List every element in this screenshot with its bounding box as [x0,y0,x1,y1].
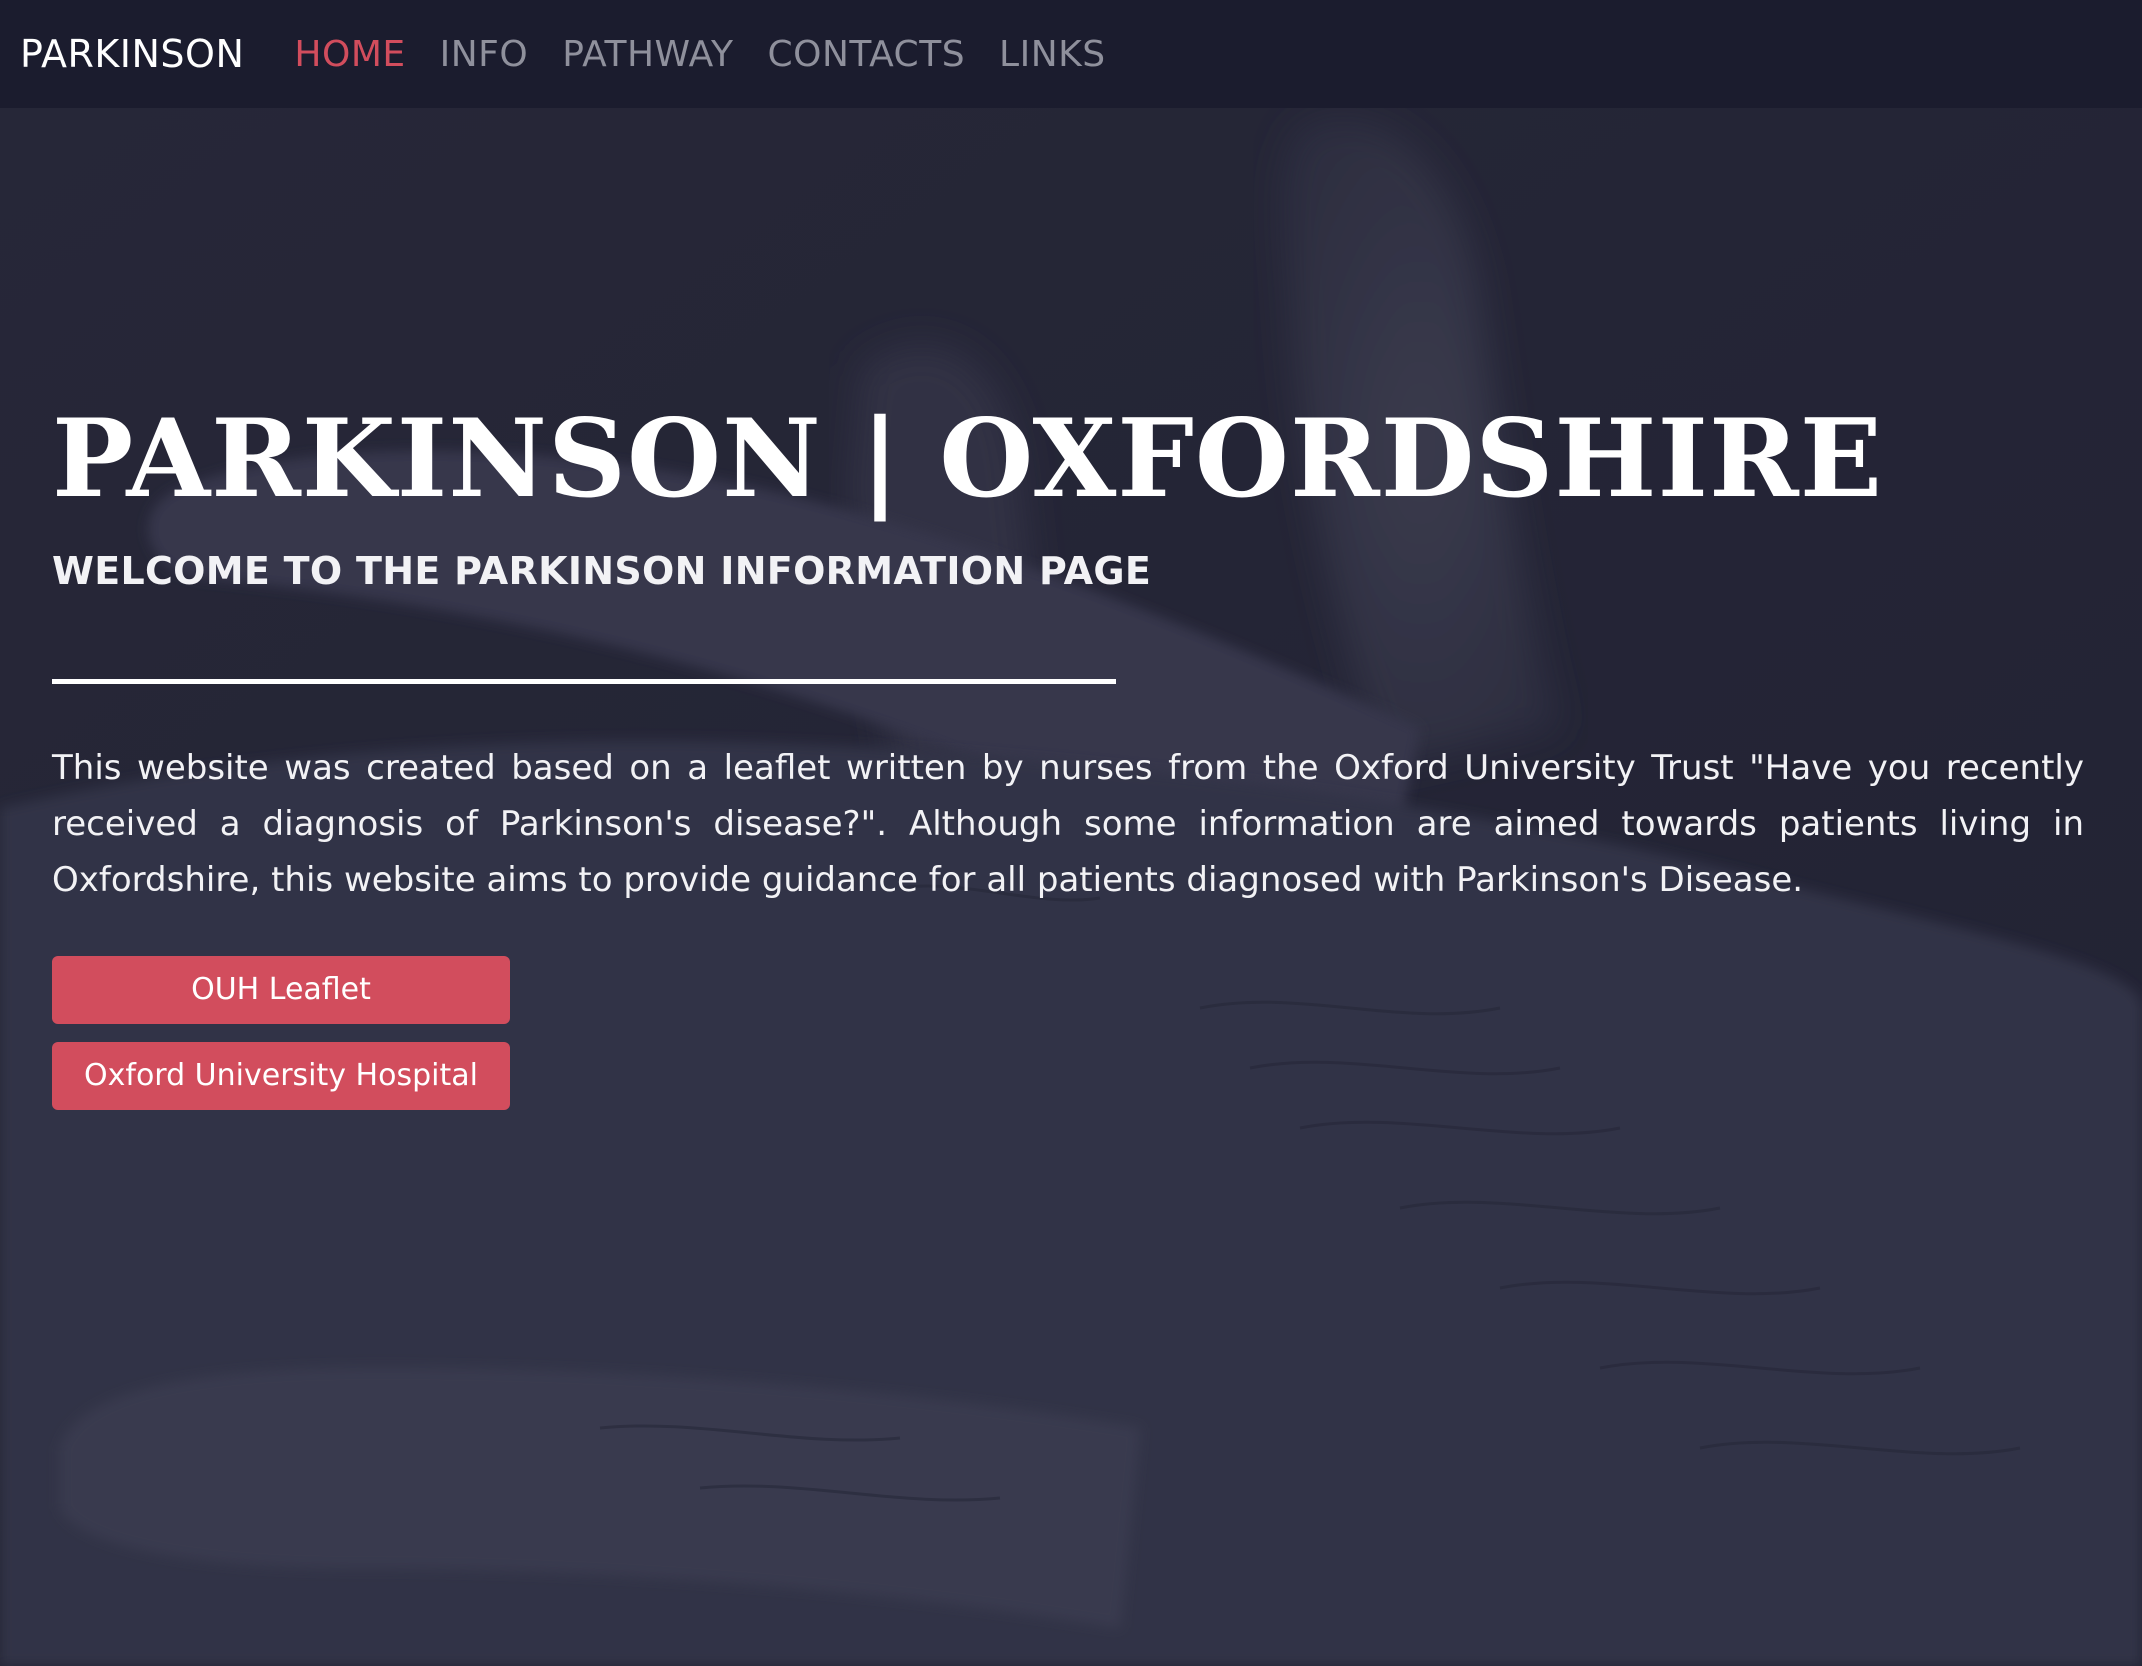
nav-item-links: LINKS [999,34,1106,75]
hero-content: PARKINSON | OXFORDSHIRE WELCOME TO THE P… [52,400,2084,1110]
nav-link-home[interactable]: HOME [294,34,405,75]
nav-menu: HOME INFO PATHWAY CONTACTS LINKS [294,34,1105,75]
hero-description: This website was created based on a leaf… [52,747,2084,900]
hero-subtitle: WELCOME TO THE PARKINSON INFORMATION PAG… [52,548,1152,593]
brand-link[interactable]: PARKINSON [20,32,244,76]
nav-item-pathway: PATHWAY [562,34,733,75]
page: PARKINSON HOME INFO PATHWAY CONTACTS LIN… [0,0,2142,1666]
nav-link-links[interactable]: LINKS [999,34,1106,75]
nav-link-info[interactable]: INFO [440,34,529,75]
oxford-university-hospital-button[interactable]: Oxford University Hospital [52,1041,510,1110]
hero-divider [52,678,1116,684]
hero-title: PARKINSON | OXFORDSHIRE [52,396,1884,522]
nav-item-home: HOME [294,34,405,75]
top-navbar: PARKINSON HOME INFO PATHWAY CONTACTS LIN… [0,0,2142,108]
nav-item-info: INFO [440,34,529,75]
ouh-leaflet-button[interactable]: OUH Leaflet [52,955,510,1024]
nav-link-pathway[interactable]: PATHWAY [562,34,733,75]
nav-link-contacts[interactable]: CONTACTS [767,34,965,75]
nav-item-contacts: CONTACTS [767,34,965,75]
